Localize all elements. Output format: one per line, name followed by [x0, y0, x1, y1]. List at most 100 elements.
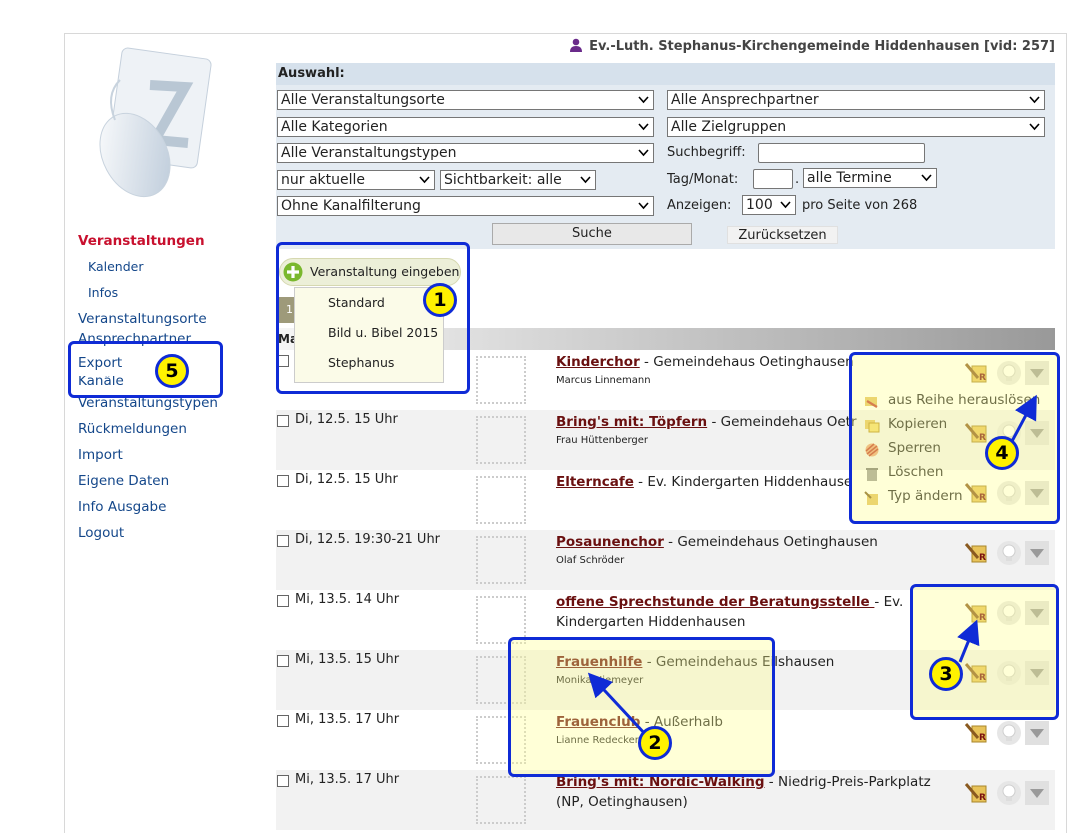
anzeigen-label: Anzeigen: [667, 198, 732, 213]
event-thumbnail[interactable] [476, 776, 526, 824]
callout-3: 3 [929, 657, 963, 691]
row-checkbox[interactable] [277, 595, 289, 607]
nav-rueckmeldungen[interactable]: Rückmeldungen [78, 416, 268, 442]
event-date: Di, 12.5. 19:30-21 Uhr [295, 532, 441, 547]
row-checkbox[interactable] [277, 775, 289, 787]
kanal-value: Ohne Kanalfilterung [281, 198, 421, 214]
orte-value: Alle Veranstaltungsorte [281, 92, 445, 108]
ansprechpartner-select[interactable]: Alle Ansprechpartner [667, 90, 1045, 110]
event-date: Mi, 13.5. 14 Uhr [295, 592, 400, 607]
nav-kalender[interactable]: Kalender [78, 254, 268, 280]
highlight-context-menu [849, 352, 1060, 524]
row-checkbox[interactable] [277, 655, 289, 667]
event-date: Mi, 13.5. 17 Uhr [295, 712, 400, 727]
event-thumbnail[interactable] [476, 536, 526, 584]
highlight-event-titles [508, 637, 775, 777]
event-thumbnail[interactable] [476, 356, 526, 404]
event-thumbnail[interactable] [476, 476, 526, 524]
event-place: - Gemeindehaus Oetinghausen [663, 534, 878, 550]
event-title-link[interactable]: offene Sprechstunde der Beratungsstelle [556, 594, 874, 610]
highlight-export [68, 341, 223, 398]
event-date: Di, 12.5. 15 Uhr [295, 472, 398, 487]
event-title-link[interactable]: Elterncafe [556, 474, 634, 490]
edit-icon[interactable]: R [964, 780, 990, 806]
orte-select[interactable]: Alle Veranstaltungsorte [277, 90, 654, 110]
callout-2: 2 [638, 726, 672, 760]
event-place: - Gemeindehaus Oetr [707, 414, 857, 430]
dot-separator: . [795, 172, 800, 187]
chevron-down-icon [638, 149, 649, 157]
nav-logout[interactable]: Logout [78, 520, 268, 546]
tagmonat-input[interactable] [753, 169, 793, 189]
reset-button[interactable]: Zurücksetzen [727, 226, 838, 244]
table-row: Mi, 13.5. 17 Uhr Bring's mit: Nordic-Walk… [276, 770, 1055, 830]
dropdown-arrow-icon[interactable] [1024, 720, 1050, 746]
termine-value: alle Termine [807, 170, 892, 186]
sichtbarkeit-select[interactable]: Sichtbarkeit: alle [440, 170, 596, 190]
row-actions: R [964, 720, 1054, 746]
highlight-edit-icons [910, 584, 1059, 720]
highlight-add-event [276, 242, 470, 394]
row-checkbox[interactable] [277, 415, 289, 427]
lightbulb-icon[interactable] [996, 780, 1022, 806]
kategorien-select[interactable]: Alle Kategorien [277, 117, 654, 137]
sichtbarkeit-value: Sichtbarkeit: alle [444, 172, 562, 188]
row-actions: R [964, 780, 1054, 806]
event-thumbnail[interactable] [476, 416, 526, 464]
event-place: - Ev. Kindergarten Hiddenhause [633, 474, 853, 490]
lightbulb-icon[interactable] [996, 540, 1022, 566]
nav-import[interactable]: Import [78, 442, 268, 468]
event-date: Mi, 13.5. 17 Uhr [295, 772, 400, 787]
chevron-down-icon [921, 174, 932, 182]
callout-4: 4 [985, 436, 1019, 470]
nav-veranstaltungsorte[interactable]: Veranstaltungsorte [78, 306, 268, 332]
pro-seite-label: pro Seite von 268 [802, 198, 918, 213]
suche-button[interactable]: Suche [492, 223, 692, 245]
anzeigen-select[interactable]: 100 [742, 195, 796, 215]
aktuell-select[interactable]: nur aktuelle [277, 170, 435, 190]
aktuell-value: nur aktuelle [281, 172, 366, 188]
svg-text:R: R [979, 733, 986, 743]
termine-select[interactable]: alle Termine [803, 168, 937, 188]
chevron-down-icon [1029, 123, 1040, 131]
chevron-down-icon [638, 123, 649, 131]
nav-infos[interactable]: Infos [78, 280, 268, 306]
svg-text:R: R [979, 553, 986, 563]
filter-title: Auswahl: [276, 63, 1055, 85]
user-icon [570, 38, 583, 52]
chevron-down-icon [580, 176, 591, 184]
callout-5: 5 [155, 354, 189, 388]
event-title-link[interactable]: Bring's mit: Töpfern [556, 414, 707, 430]
event-title-line: Posaunenchor - Gemeindehaus Oetinghausen [556, 532, 956, 552]
kategorien-value: Alle Kategorien [281, 119, 388, 135]
zielgruppen-select[interactable]: Alle Zielgruppen [667, 117, 1045, 137]
chevron-down-icon [419, 176, 430, 184]
event-title-link[interactable]: Kinderchor [556, 354, 640, 370]
chevron-down-icon [1029, 96, 1040, 104]
anzeigen-value: 100 [746, 197, 773, 213]
zielgruppen-value: Alle Zielgruppen [671, 119, 787, 135]
row-checkbox[interactable] [277, 535, 289, 547]
app-logo [99, 47, 212, 198]
dropdown-arrow-icon[interactable] [1024, 540, 1050, 566]
edit-icon[interactable]: R [964, 720, 990, 746]
table-row: Di, 12.5. 19:30-21 Uhr Posaunenchor - Gem… [276, 530, 1055, 590]
row-checkbox[interactable] [277, 715, 289, 727]
nav-eigene-daten[interactable]: Eigene Daten [78, 468, 268, 494]
event-title-link[interactable]: Posaunenchor [556, 534, 664, 550]
event-place: - Gemeindehaus Oetinghausen [639, 354, 854, 370]
nav-veranstaltungen[interactable]: Veranstaltungen [78, 232, 268, 254]
chevron-down-icon [638, 202, 649, 210]
kanal-select[interactable]: Ohne Kanalfilterung [277, 196, 654, 216]
event-person: Frau Hüttenberger [556, 435, 649, 446]
nav-info-ausgabe[interactable]: Info Ausgabe [78, 494, 268, 520]
event-date: Di, 12.5. 15 Uhr [295, 412, 398, 427]
ansprechpartner-value: Alle Ansprechpartner [671, 92, 819, 108]
typen-select[interactable]: Alle Veranstaltungstypen [277, 143, 654, 163]
row-checkbox[interactable] [277, 475, 289, 487]
dropdown-arrow-icon[interactable] [1024, 780, 1050, 806]
suchbegriff-input[interactable] [758, 143, 925, 163]
event-person: Marcus Linnemann [556, 375, 651, 386]
lightbulb-icon[interactable] [996, 720, 1022, 746]
edit-icon[interactable]: R [964, 540, 990, 566]
